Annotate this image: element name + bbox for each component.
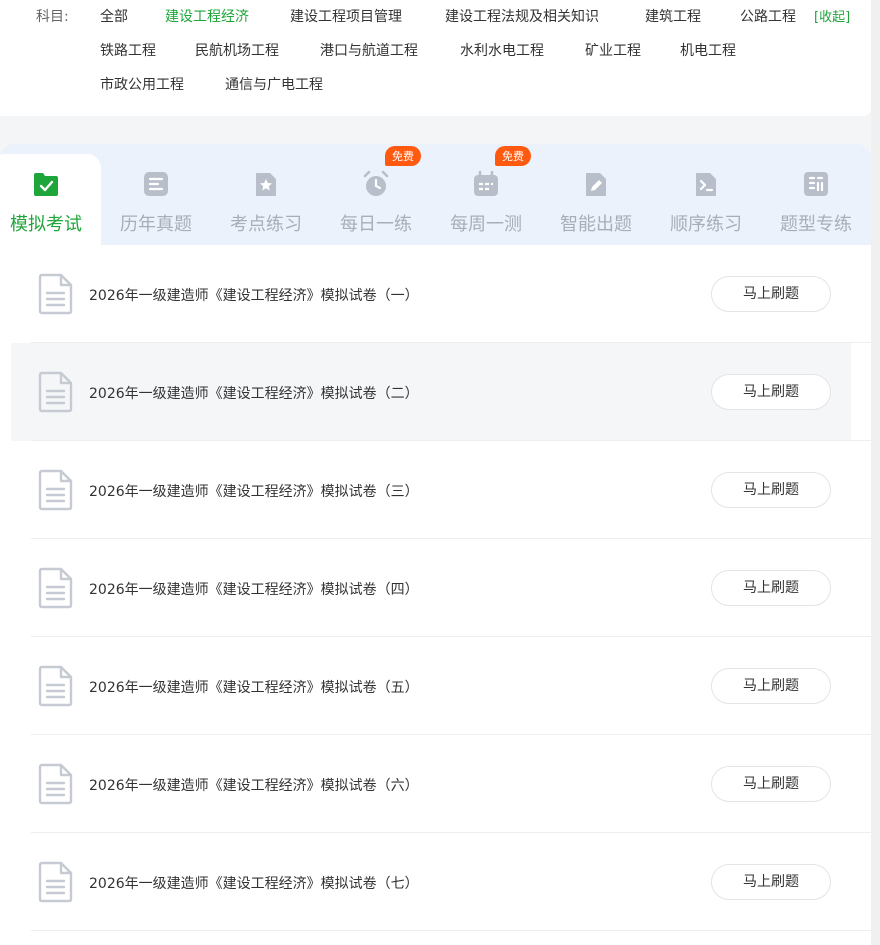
list-item[interactable]: 2026年一级建造师《建设工程经济》模拟试卷（七） 马上刷题	[11, 833, 851, 931]
subject-item-hydropower[interactable]: 水利水电工程	[460, 40, 544, 60]
subject-item-regulations[interactable]: 建设工程法规及相关知识	[445, 6, 599, 26]
subject-item-electromechanical[interactable]: 机电工程	[680, 40, 736, 60]
exam-title: 2026年一级建造师《建设工程经济》模拟试卷（六）	[89, 778, 419, 794]
document-icon	[38, 665, 73, 707]
collapse-link[interactable]: [收起]	[814, 6, 850, 25]
tab-smart-quiz[interactable]: 智能出题	[541, 154, 651, 245]
subject-item-building[interactable]: 建筑工程	[645, 6, 701, 26]
tab-weekly-test[interactable]: 免费 每周一测	[431, 146, 541, 245]
tab-daily-practice[interactable]: 免费 每日一练	[321, 146, 431, 245]
start-practice-button[interactable]: 马上刷题	[711, 570, 831, 606]
document-icon	[38, 763, 73, 805]
list-item[interactable]: 2026年一级建造师《建设工程经济》模拟试卷（六） 马上刷题	[11, 735, 851, 833]
free-badge: 免费	[495, 146, 531, 166]
list-item[interactable]: 2026年一级建造师《建设工程经济》模拟试卷（二） 马上刷题	[11, 343, 851, 441]
tab-question-type-drill[interactable]: 题型专练	[761, 154, 871, 245]
start-practice-button[interactable]: 马上刷题	[711, 374, 831, 410]
scrollbar[interactable]	[871, 0, 880, 945]
tab-label: 历年真题	[120, 214, 192, 235]
subject-item-railway[interactable]: 铁路工程	[100, 40, 156, 60]
start-practice-button[interactable]: 马上刷题	[711, 276, 831, 312]
tab-label: 模拟考试	[10, 214, 82, 235]
subject-item-economics[interactable]: 建设工程经济	[165, 6, 249, 26]
subject-item-mining[interactable]: 矿业工程	[585, 40, 641, 60]
document-icon	[38, 567, 73, 609]
subject-item-project-management[interactable]: 建设工程项目管理	[290, 6, 402, 26]
document-icon	[38, 371, 73, 413]
check-doc-icon	[34, 173, 58, 196]
tab-label: 题型专练	[780, 214, 852, 235]
list-item[interactable]: 2026年一级建造师《建设工程经济》模拟试卷（四） 马上刷题	[11, 539, 851, 637]
alarm-clock-icon	[363, 170, 389, 196]
subject-filter-panel: 科目: 全部 建设工程经济 建设工程项目管理 建设工程法规及相关知识 建筑工程 …	[0, 0, 871, 116]
exam-title: 2026年一级建造师《建设工程经济》模拟试卷（一）	[89, 288, 419, 304]
tab-sequential-practice[interactable]: 顺序练习	[651, 154, 761, 245]
subject-item-port[interactable]: 港口与航道工程	[320, 40, 418, 60]
tab-label: 每周一测	[450, 214, 522, 235]
practice-tab-bar: 模拟考试 历年真题 考点练习 免费 每日一练 免费 每周一测 智能出题 顺序练习…	[0, 144, 871, 245]
calendar-icon	[474, 170, 498, 196]
list-item[interactable]: 2026年一级建造师《建设工程经济》模拟试卷（三） 马上刷题	[11, 441, 851, 539]
subject-item-airport[interactable]: 民航机场工程	[195, 40, 279, 60]
free-badge: 免费	[385, 146, 421, 166]
star-doc-icon	[256, 173, 276, 196]
list-item[interactable]: 2026年一级建造师《建设工程经济》模拟试卷（五） 马上刷题	[11, 637, 851, 735]
document-icon	[38, 861, 73, 903]
list-item[interactable]: 2026年一级建造师《建设工程经济》模拟试卷（一） 马上刷题	[11, 245, 851, 343]
grid-doc-icon	[804, 172, 828, 196]
tab-past-papers[interactable]: 历年真题	[101, 154, 211, 245]
start-practice-button[interactable]: 马上刷题	[711, 472, 831, 508]
tab-label: 考点练习	[230, 214, 302, 235]
exam-title: 2026年一级建造师《建设工程经济》模拟试卷（四）	[89, 582, 419, 598]
exam-title: 2026年一级建造师《建设工程经济》模拟试卷（七）	[89, 876, 419, 892]
tab-label: 智能出题	[560, 214, 632, 235]
edit-doc-icon	[586, 173, 606, 196]
tab-mock-exam[interactable]: 模拟考试	[0, 154, 101, 245]
start-practice-button[interactable]: 马上刷题	[711, 668, 831, 704]
subject-item-highway[interactable]: 公路工程	[740, 6, 796, 26]
subject-item-all[interactable]: 全部	[100, 6, 128, 26]
start-practice-button[interactable]: 马上刷题	[711, 766, 831, 802]
mock-exam-list: 2026年一级建造师《建设工程经济》模拟试卷（一） 马上刷题 2026年一级建造…	[0, 245, 871, 945]
document-icon	[38, 469, 73, 511]
exam-title: 2026年一级建造师《建设工程经济》模拟试卷（二）	[89, 386, 419, 402]
start-practice-button[interactable]: 马上刷题	[711, 864, 831, 900]
document-icon	[38, 273, 73, 315]
exam-title: 2026年一级建造师《建设工程经济》模拟试卷（五）	[89, 680, 419, 696]
exam-title: 2026年一级建造师《建设工程经济》模拟试卷（三）	[89, 484, 419, 500]
code-doc-icon	[696, 173, 716, 196]
subject-item-municipal[interactable]: 市政公用工程	[100, 74, 184, 94]
subject-filter-label: 科目:	[36, 9, 69, 25]
divider	[31, 930, 871, 931]
tab-topic-practice[interactable]: 考点练习	[211, 154, 321, 245]
tab-label: 每日一练	[340, 214, 412, 235]
list-doc-icon	[144, 172, 168, 196]
subject-item-telecom[interactable]: 通信与广电工程	[225, 74, 323, 94]
tab-label: 顺序练习	[670, 214, 742, 235]
